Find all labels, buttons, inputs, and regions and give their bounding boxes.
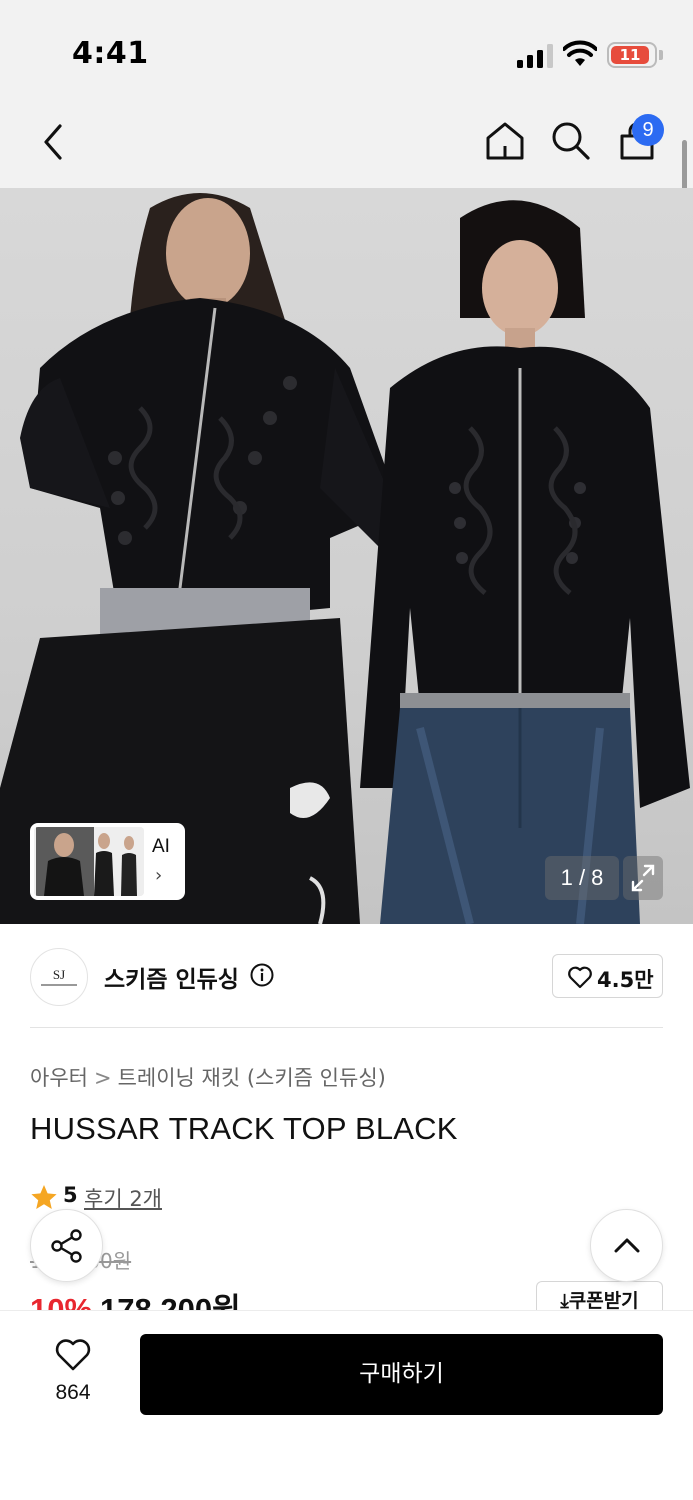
ai-card-label: AI: [152, 836, 170, 857]
svg-text:SJ: SJ: [53, 967, 65, 982]
search-icon[interactable]: [550, 120, 592, 162]
wishlist-count: 864: [55, 1381, 91, 1404]
breadcrumb-subcategory[interactable]: 트레이닝 재킷 (스키즘 인듀싱): [118, 1062, 386, 1092]
product-title: HUSSAR TRACK TOP BLACK: [30, 1111, 458, 1146]
divider: [30, 1027, 663, 1028]
coupon-button[interactable]: ⤓쿠폰받기: [536, 1281, 663, 1313]
share-button[interactable]: [30, 1209, 103, 1282]
battery-icon: 11: [607, 42, 657, 68]
rating-value: 5: [63, 1183, 78, 1207]
cart-badge: 9: [632, 114, 664, 146]
star-icon: [31, 1185, 57, 1209]
back-icon[interactable]: [36, 120, 72, 164]
brand-like-button[interactable]: 4.5만: [552, 954, 663, 998]
product-image-gallery[interactable]: AI › 1 / 8: [0, 188, 693, 924]
chevron-up-icon: [614, 1238, 640, 1253]
signal-icon: [517, 44, 553, 68]
download-icon: ⤓: [560, 1290, 569, 1312]
brand-logo[interactable]: SJ: [30, 948, 88, 1006]
home-icon[interactable]: [484, 120, 526, 162]
status-time: 4:41: [72, 36, 149, 71]
breadcrumb-category[interactable]: 아우터: [30, 1062, 88, 1092]
battery-level: 11: [611, 46, 649, 64]
ai-style-card[interactable]: AI ›: [30, 823, 185, 900]
review-count-link[interactable]: 후기 2개: [84, 1183, 162, 1213]
image-page-indicator: 1 / 8: [545, 856, 619, 900]
wifi-icon: [562, 40, 598, 68]
battery-cap: [659, 50, 663, 60]
heart-icon: [568, 966, 592, 989]
buy-button[interactable]: 구매하기: [140, 1334, 663, 1415]
breadcrumb: 아우터 > 트레이닝 재킷 (스키즘 인듀싱): [30, 1062, 386, 1092]
brand-like-count: 4.5만: [597, 968, 654, 992]
scroll-top-button[interactable]: [590, 1209, 663, 1282]
coupon-label: 쿠폰받기: [568, 1290, 639, 1312]
expand-icon[interactable]: [623, 856, 663, 900]
breadcrumb-separator: >: [93, 1066, 112, 1090]
wishlist-heart-icon[interactable]: [54, 1338, 92, 1372]
ai-style-thumbnail: [34, 827, 144, 896]
status-bar: 4:41 11: [0, 0, 693, 100]
info-icon[interactable]: [250, 963, 274, 987]
share-icon: [51, 1229, 82, 1263]
brand-name[interactable]: 스키즘 인듀싱: [104, 960, 239, 994]
chevron-right-icon: ›: [155, 865, 163, 886]
product-photo: [0, 193, 690, 924]
